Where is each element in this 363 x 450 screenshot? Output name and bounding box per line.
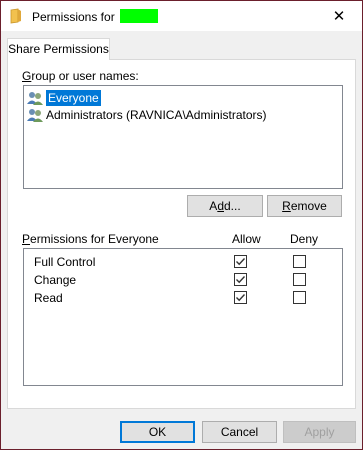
deny-column-header: Deny — [290, 232, 319, 246]
close-button[interactable]: ✕ — [316, 1, 362, 31]
deny-checkbox[interactable] — [293, 255, 306, 268]
permission-row-read: Read — [34, 289, 334, 307]
list-item-label: Administrators (RAVNICA\Administrators) — [46, 108, 267, 122]
list-item-label: Everyone — [46, 90, 101, 106]
user-list[interactable]: Everyone Administrators (RAVNICA\Adminis… — [23, 85, 343, 189]
permission-name: Read — [34, 291, 63, 305]
cancel-button[interactable]: Cancel — [202, 421, 277, 443]
deny-checkbox[interactable] — [293, 273, 306, 286]
permissions-dialog: Permissions for ✕ Share Permissions Grou… — [0, 0, 363, 450]
deny-checkbox[interactable] — [293, 291, 306, 304]
permissions-list: Full Control Change Read — [23, 248, 343, 386]
list-item-administrators[interactable]: Administrators (RAVNICA\Administrators) — [27, 106, 340, 124]
permission-name: Change — [34, 273, 77, 287]
ok-button[interactable]: OK — [120, 421, 195, 443]
close-icon: ✕ — [332, 8, 346, 25]
allow-checkbox[interactable] — [234, 273, 247, 286]
group-or-user-names-label: Group or user names: — [22, 69, 139, 83]
list-item-everyone[interactable]: Everyone — [27, 89, 340, 107]
user-group-icon — [27, 107, 43, 123]
apply-button[interactable]: Apply — [283, 421, 356, 443]
user-group-icon — [27, 90, 43, 106]
allow-checkbox[interactable] — [234, 291, 247, 304]
folder-share-icon — [9, 8, 23, 24]
permissions-for-label: Permissions for Everyone — [22, 232, 159, 246]
redacted-share-name — [120, 9, 159, 23]
remove-button[interactable]: Remove — [267, 195, 342, 217]
tab-share-permissions[interactable]: Share Permissions — [7, 38, 110, 60]
permission-row-change: Change — [34, 271, 334, 289]
allow-checkbox[interactable] — [234, 255, 247, 268]
title-bar: Permissions for ✕ — [1, 1, 362, 31]
permission-row-full-control: Full Control — [34, 253, 334, 271]
add-button[interactable]: Ad d... — [187, 195, 263, 217]
permission-name: Full Control — [34, 255, 96, 269]
allow-column-header: Allow — [232, 232, 261, 246]
window-title: Permissions for — [32, 9, 159, 24]
